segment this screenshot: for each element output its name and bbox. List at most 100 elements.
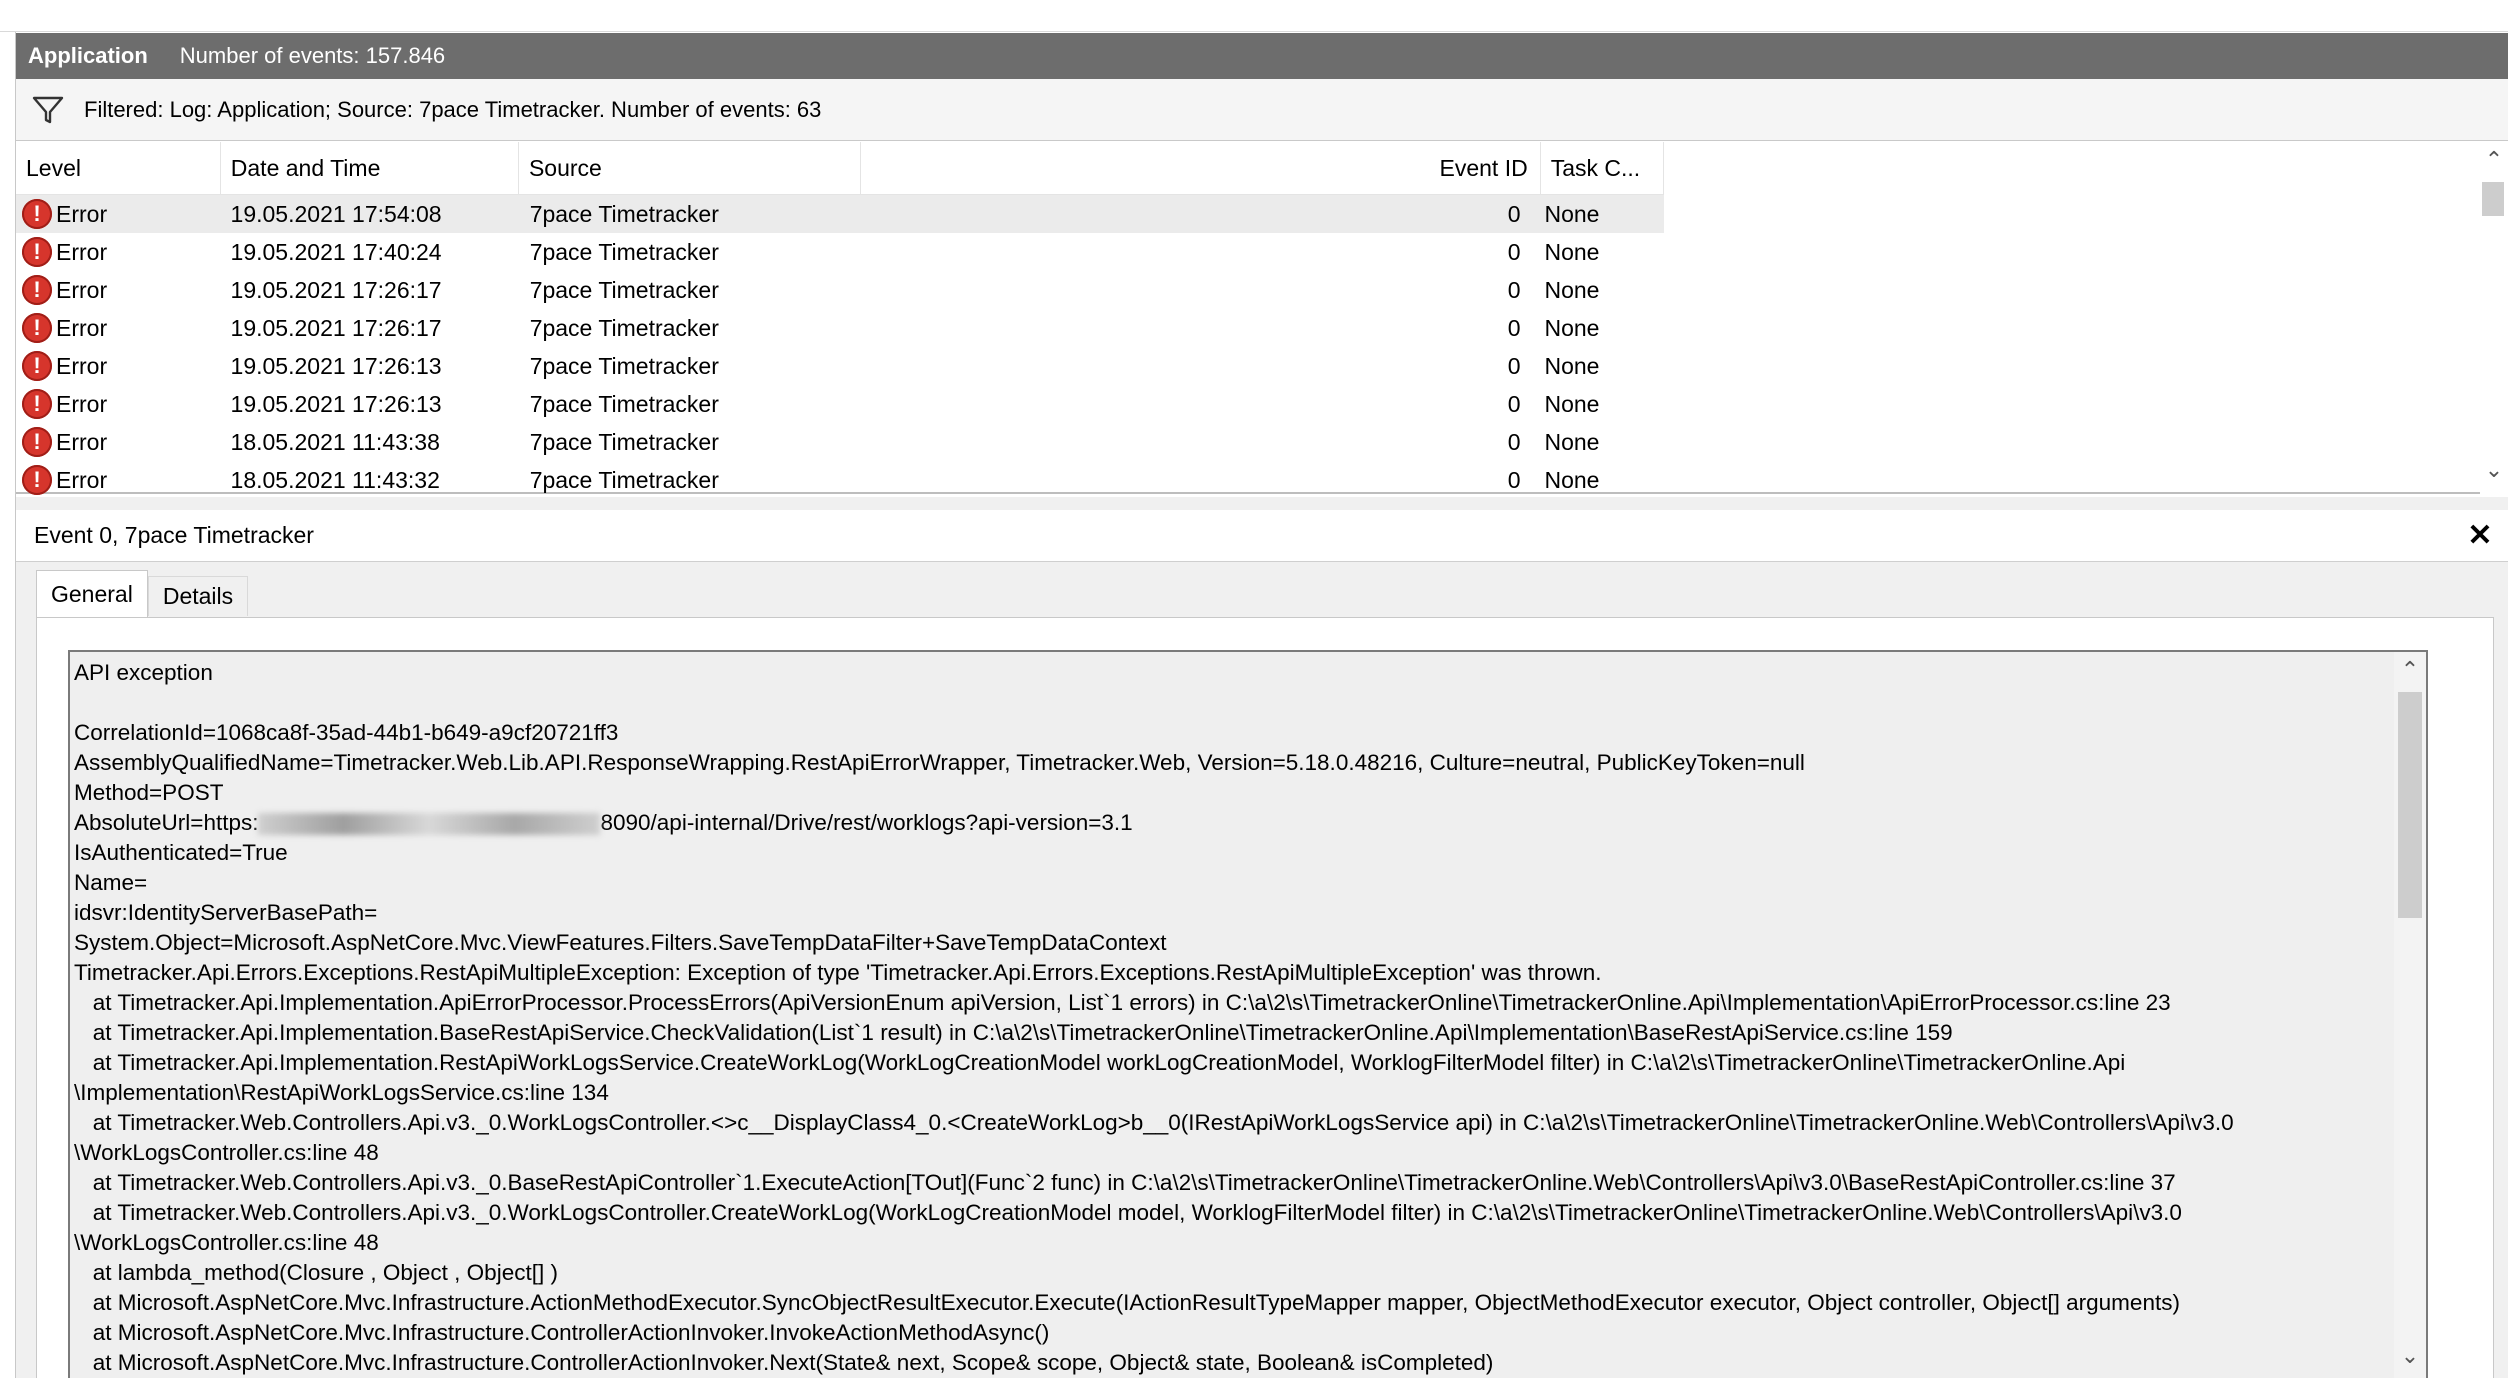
date-cell: 19.05.2021 17:26:17 (230, 276, 442, 303)
column-header-event-id[interactable]: Event ID (861, 142, 1541, 194)
date-cell: 19.05.2021 17:40:24 (230, 238, 442, 265)
level-cell: Error (56, 238, 108, 265)
message-line: at Timetracker.Api.Implementation.ApiErr… (74, 990, 2171, 1015)
column-header-date[interactable]: Date and Time (221, 142, 519, 194)
url-prefix: AbsoluteUrl=https: (74, 810, 259, 835)
level-cell: Error (56, 390, 108, 417)
date-cell: 19.05.2021 17:26:17 (230, 314, 442, 341)
filter-description: Filtered: Log: Application; Source: 7pac… (84, 96, 822, 122)
table-row[interactable]: ! Error 19.05.2021 17:26:13 7pace Timetra… (16, 347, 1664, 385)
filter-bar: Filtered: Log: Application; Source: 7pac… (16, 79, 2508, 141)
chevron-up-icon[interactable]: ⌃ (2398, 658, 2422, 682)
event-id-cell: 0 (1507, 352, 1521, 379)
funnel-icon (32, 96, 64, 123)
message-line: Name= (74, 870, 148, 895)
event-message: API exception CorrelationId=1068ca8f-35ad… (74, 658, 2374, 1378)
details-tabs: General Details (36, 570, 249, 618)
event-details-title: Event 0, 7pace Timetracker (34, 522, 314, 548)
error-icon: ! (22, 199, 52, 229)
message-line: \WorkLogsController.cs:line 48 (74, 1230, 379, 1255)
events-table: Level Date and Time Source Event ID Task… (16, 142, 2508, 495)
error-icon: ! (22, 351, 52, 381)
table-body: ! Error 19.05.2021 17:54:08 7pace Timetra… (16, 195, 1664, 499)
source-cell: 7pace Timetracker (529, 466, 719, 493)
chevron-down-icon[interactable]: ⌄ (2398, 1344, 2422, 1368)
tab-general[interactable]: General (36, 570, 148, 618)
message-line: \Implementation\RestApiWorkLogsService.c… (74, 1080, 609, 1105)
source-cell: 7pace Timetracker (529, 314, 719, 341)
message-line: at lambda_method(Closure , Object , Obje… (74, 1260, 558, 1285)
message-line: at Timetracker.Web.Controllers.Api.v3._0… (74, 1200, 2182, 1225)
date-cell: 19.05.2021 17:26:13 (230, 390, 442, 417)
events-scrollbar[interactable]: ⌃ ⌄ (2480, 142, 2508, 494)
event-id-cell: 0 (1507, 200, 1521, 227)
task-cell: None (1544, 390, 1600, 417)
source-cell: 7pace Timetracker (529, 200, 719, 227)
source-cell: 7pace Timetracker (529, 352, 719, 379)
message-line: IsAuthenticated=True (74, 840, 288, 865)
table-row[interactable]: ! Error 19.05.2021 17:26:17 7pace Timetra… (16, 309, 1664, 347)
message-line: System.Object=Microsoft.AspNetCore.Mvc.V… (74, 930, 1167, 955)
table-row[interactable]: ! Error 18.05.2021 11:43:38 7pace Timetra… (16, 423, 1664, 461)
message-line: at Timetracker.Web.Controllers.Api.v3._0… (74, 1170, 2176, 1195)
event-id-cell: 0 (1507, 390, 1521, 417)
source-cell: 7pace Timetracker (529, 428, 719, 455)
table-row[interactable]: ! Error 19.05.2021 17:54:08 7pace Timetra… (16, 195, 1664, 233)
source-cell: 7pace Timetracker (529, 238, 719, 265)
message-line: idsvr:IdentityServerBasePath= (74, 900, 378, 925)
close-icon[interactable]: ✕ (2460, 518, 2500, 554)
event-id-cell: 0 (1507, 428, 1521, 455)
event-id-cell: 0 (1507, 314, 1521, 341)
tab-details[interactable]: Details (147, 576, 249, 616)
event-message-box[interactable]: API exception CorrelationId=1068ca8f-35ad… (68, 650, 2428, 1378)
message-line: at Microsoft.AspNetCore.Mvc.Infrastructu… (74, 1350, 1494, 1375)
task-cell: None (1544, 466, 1600, 493)
message-scrollbar[interactable]: ⌃ ⌄ (2394, 652, 2426, 1378)
date-cell: 18.05.2021 11:43:38 (230, 428, 440, 455)
error-icon: ! (22, 427, 52, 457)
chevron-down-icon[interactable]: ⌄ (2482, 458, 2506, 482)
message-line: at Timetracker.Web.Controllers.Api.v3._0… (74, 1110, 2234, 1135)
event-details-header: Event 0, 7pace Timetracker (16, 510, 2508, 562)
table-row[interactable]: ! Error 18.05.2021 11:43:32 7pace Timetra… (16, 461, 1664, 499)
message-line: CorrelationId=1068ca8f-35ad-44b1-b649-a9… (74, 720, 619, 745)
column-header-task-category[interactable]: Task C... (1541, 142, 1665, 194)
task-cell: None (1544, 276, 1600, 303)
message-line (74, 688, 2374, 718)
table-header: Level Date and Time Source Event ID Task… (16, 142, 1665, 195)
error-icon: ! (22, 465, 52, 495)
redacted-host (258, 813, 601, 836)
scrollbar-thumb[interactable] (2482, 182, 2504, 216)
error-icon: ! (22, 389, 52, 419)
task-cell: None (1544, 238, 1600, 265)
level-cell: Error (56, 276, 108, 303)
column-header-source[interactable]: Source (519, 142, 861, 194)
level-cell: Error (56, 466, 108, 493)
event-id-cell: 0 (1507, 276, 1521, 303)
left-panel-edge (0, 32, 16, 1378)
message-line: at Microsoft.AspNetCore.Mvc.Infrastructu… (74, 1290, 2180, 1315)
event-id-cell: 0 (1507, 466, 1521, 493)
source-cell: 7pace Timetracker (529, 276, 719, 303)
top-strip (0, 0, 2508, 32)
message-line: at Timetracker.Api.Implementation.BaseRe… (74, 1020, 1953, 1045)
date-cell: 19.05.2021 17:54:08 (230, 200, 442, 227)
error-icon: ! (22, 275, 52, 305)
column-header-level[interactable]: Level (16, 142, 221, 194)
date-cell: 19.05.2021 17:26:13 (230, 352, 442, 379)
scrollbar-thumb[interactable] (2398, 692, 2422, 918)
message-line: API exception (74, 660, 213, 685)
error-icon: ! (22, 237, 52, 267)
message-line: at Microsoft.AspNetCore.Mvc.Infrastructu… (74, 1320, 1050, 1345)
task-cell: None (1544, 352, 1600, 379)
event-id-cell: 0 (1507, 238, 1521, 265)
log-title-bar: Application Number of events: 157.846 (16, 33, 2508, 79)
table-row[interactable]: ! Error 19.05.2021 17:26:13 7pace Timetra… (16, 385, 1664, 423)
table-row[interactable]: ! Error 19.05.2021 17:26:17 7pace Timetra… (16, 271, 1664, 309)
message-line: Method=POST (74, 780, 224, 805)
message-line: AssemblyQualifiedName=Timetracker.Web.Li… (74, 750, 1805, 775)
message-line: at Timetracker.Api.Implementation.RestAp… (74, 1050, 2126, 1075)
source-cell: 7pace Timetracker (529, 390, 719, 417)
chevron-up-icon[interactable]: ⌃ (2482, 148, 2506, 172)
table-row[interactable]: ! Error 19.05.2021 17:40:24 7pace Timetra… (16, 233, 1664, 271)
